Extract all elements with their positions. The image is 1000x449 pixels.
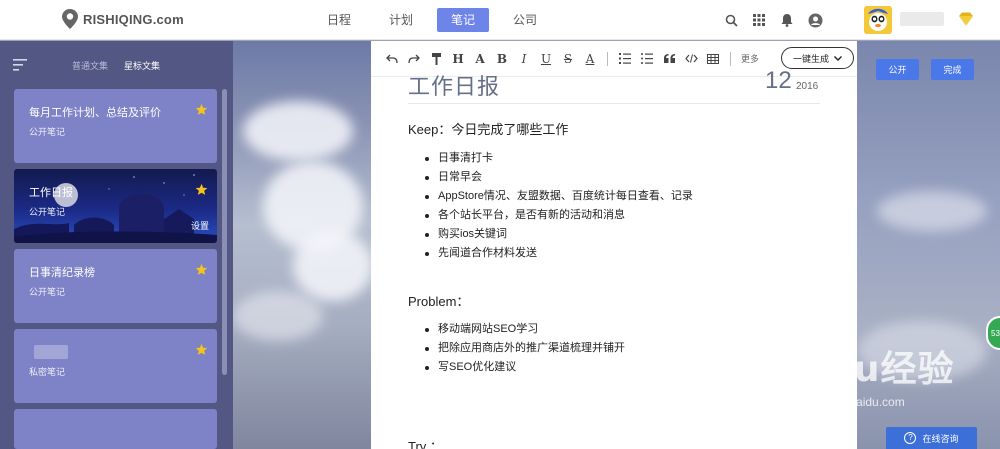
notebook-visibility: 私密笔记: [29, 367, 66, 377]
toolbar-divider: [730, 51, 731, 66]
done-button[interactable]: 完成: [931, 59, 974, 80]
document-year: 2016: [796, 81, 819, 92]
toolbar-divider: [607, 51, 608, 66]
star-icon[interactable]: [195, 103, 208, 116]
watermark-url: jingyan.baidu.com: [808, 395, 905, 409]
watermark: Baidu经验 jingyan.baidu.com: [760, 340, 980, 420]
search-icon[interactable]: [722, 11, 740, 29]
nav-item-plan[interactable]: 计划: [375, 8, 427, 32]
document-title[interactable]: 工作日报: [408, 71, 500, 101]
notebook-title-redacted: [34, 345, 68, 359]
section-title: Try ：: [408, 439, 443, 449]
auto-generate-label: 一键生成: [792, 53, 829, 64]
list-item: 购买ios关键词: [425, 225, 693, 244]
toolbar-more-button[interactable]: 更多: [741, 52, 759, 65]
nav-item-notes[interactable]: 笔记: [437, 8, 490, 32]
section-title: Problem：: [408, 294, 470, 309]
user-circle-icon[interactable]: [806, 11, 824, 29]
auto-generate-button[interactable]: 一键生成: [781, 47, 854, 69]
menu-icon[interactable]: [13, 59, 27, 71]
side-badge-value: 53: [991, 328, 1000, 338]
notebook-card[interactable]: 每月工作计划、总结及评价 公开笔记: [14, 89, 217, 163]
top-bar: RISHIQING.com 日程 计划 笔记 公司: [0, 0, 1000, 40]
notebook-card[interactable]: 工作日报 公开笔记 设置: [14, 169, 217, 243]
underline-icon[interactable]: U: [535, 48, 557, 70]
undo-icon[interactable]: [381, 48, 403, 70]
tab-normal-collection[interactable]: 普通文集: [72, 59, 108, 72]
avatar[interactable]: [864, 6, 892, 34]
quote-icon[interactable]: [658, 48, 680, 70]
list-item: 日事清打卡: [425, 149, 693, 168]
online-consult-button[interactable]: ? 在线咨询: [886, 427, 977, 449]
ordered-list-icon[interactable]: [614, 48, 636, 70]
list-item: 把除应用商店外的推广渠道梳理并铺开: [425, 339, 625, 358]
help-icon: ?: [904, 432, 917, 444]
sidebar-tabs: 普通文集 星标文集: [72, 59, 176, 72]
notebook-title: 工作日报: [29, 187, 73, 199]
user-name-redacted: [900, 12, 944, 26]
section-title: Keep：今日完成了哪些工作: [408, 122, 569, 137]
font-size-icon[interactable]: A: [469, 48, 491, 70]
vip-diamond-icon[interactable]: [958, 12, 974, 26]
table-icon[interactable]: [702, 48, 724, 70]
online-consult-label: 在线咨询: [922, 433, 959, 444]
chevron-down-icon: [834, 55, 842, 61]
notebook-settings-link[interactable]: 设置: [191, 219, 209, 232]
list-item: 先闻道合作材料发送: [425, 244, 693, 263]
document-header: 工作日报 12 2016: [408, 71, 820, 104]
notebook-title: 每月工作计划、总结及评价: [29, 107, 161, 119]
list-item: 各个站长平台，是否有新的活动和消息: [425, 206, 693, 225]
notebook-visibility: 公开笔记: [29, 127, 66, 137]
tab-starred-collection[interactable]: 星标文集: [124, 59, 160, 72]
top-icons: [722, 11, 834, 29]
notebook-visibility: 公开笔记: [29, 287, 66, 297]
watermark-brand: Baidu经验: [760, 349, 955, 390]
star-icon[interactable]: [195, 183, 208, 196]
list-item: 写SEO优化建议: [425, 358, 625, 377]
notebook-sidebar: 普通文集 星标文集 每月工作计划、总结及评价 公开笔记 工作日报 公开笔记 设置…: [0, 41, 233, 449]
star-icon[interactable]: [195, 263, 208, 276]
document-day: 12: [765, 71, 792, 94]
format-painter-icon[interactable]: [425, 48, 447, 70]
background-image-left: [233, 41, 373, 449]
unordered-list-icon[interactable]: [636, 48, 658, 70]
notebook-card[interactable]: [14, 409, 217, 449]
heading-icon[interactable]: H: [447, 48, 469, 70]
nav-item-schedule[interactable]: 日程: [313, 8, 365, 32]
list-item: AppStore情况、友盟数据、百度统计每日查看、记录: [425, 187, 693, 206]
code-icon[interactable]: [680, 48, 702, 70]
redo-icon[interactable]: [403, 48, 425, 70]
section-list: 移动端网站SEO学习 把除应用商店外的推广渠道梳理并铺开 写SEO优化建议: [425, 320, 625, 377]
notebook-visibility: 公开笔记: [29, 207, 66, 217]
nav-item-company[interactable]: 公司: [499, 8, 551, 32]
strikethrough-icon[interactable]: S: [557, 48, 579, 70]
font-color-icon[interactable]: A: [579, 48, 601, 70]
logo[interactable]: RISHIQING.com: [62, 9, 184, 29]
list-item: 日常早会: [425, 168, 693, 187]
apps-grid-icon[interactable]: [750, 11, 768, 29]
notebook-title: 日事清纪录榜: [29, 267, 95, 279]
make-public-button[interactable]: 公开: [876, 59, 919, 80]
sidebar-scrollbar[interactable]: [222, 89, 227, 375]
logo-text: RISHIQING.com: [83, 11, 184, 27]
italic-icon[interactable]: I: [513, 48, 535, 70]
location-pin-icon: [62, 9, 78, 29]
star-icon[interactable]: [195, 343, 208, 356]
section-list: 日事清打卡 日常早会 AppStore情况、友盟数据、百度统计每日查看、记录 各…: [425, 149, 693, 263]
notebook-card[interactable]: 日事清纪录榜 公开笔记: [14, 249, 217, 323]
notebook-card[interactable]: 私密笔记: [14, 329, 217, 403]
bell-icon[interactable]: [778, 11, 796, 29]
main-nav: 日程 计划 笔记 公司: [313, 8, 561, 32]
bold-icon[interactable]: B: [491, 48, 513, 70]
list-item: 移动端网站SEO学习: [425, 320, 625, 339]
